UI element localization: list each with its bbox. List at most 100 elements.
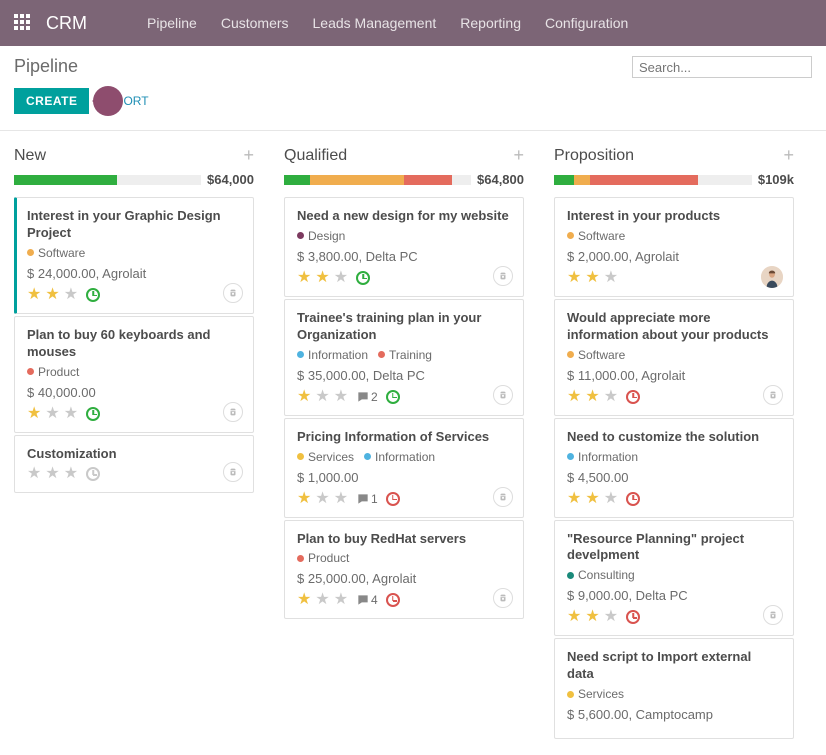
clock-icon[interactable] [356, 271, 370, 285]
add-card-icon[interactable]: + [513, 145, 524, 166]
card-title: Customization [27, 446, 241, 463]
clock-icon[interactable] [86, 467, 100, 481]
kanban-card[interactable]: Need to customize the solutionInformatio… [554, 418, 794, 518]
card-title: Trainee's training plan in your Organiza… [297, 310, 511, 344]
add-card-icon[interactable]: + [783, 145, 794, 166]
column-total: $109k [758, 172, 794, 187]
brand: CRM [46, 13, 87, 34]
star-icon[interactable]: ★ [334, 491, 348, 507]
kanban-column: New+$64,000Interest in your Graphic Desi… [14, 145, 254, 495]
star-icon[interactable]: ★ [45, 406, 59, 422]
star-icon[interactable]: ★ [297, 389, 311, 405]
kanban-card[interactable]: Need a new design for my websiteDesign$ … [284, 197, 524, 297]
nav-link[interactable]: Pipeline [147, 15, 197, 31]
clock-icon[interactable] [86, 288, 100, 302]
card-title: Need a new design for my website [297, 208, 511, 225]
clock-icon[interactable] [626, 610, 640, 624]
star-icon[interactable]: ★ [315, 592, 329, 608]
star-icon[interactable]: ★ [604, 389, 618, 405]
star-icon[interactable]: ★ [604, 270, 618, 286]
create-button[interactable]: CREATE [14, 88, 89, 114]
star-icon[interactable]: ★ [45, 287, 59, 303]
star-icon[interactable]: ★ [315, 491, 329, 507]
kanban-card[interactable]: Trainee's training plan in your Organiza… [284, 299, 524, 416]
clock-icon[interactable] [386, 492, 400, 506]
camera-icon[interactable] [493, 385, 513, 405]
apps-icon[interactable] [14, 14, 32, 32]
kanban-card[interactable]: Need script to Import external dataServi… [554, 638, 794, 739]
message-count[interactable]: 1 [356, 492, 378, 506]
card-subtitle: $ 40,000.00 [27, 385, 241, 400]
star-icon[interactable]: ★ [64, 406, 78, 422]
add-card-icon[interactable]: + [243, 145, 254, 166]
star-icon[interactable]: ★ [315, 389, 329, 405]
avatar[interactable] [761, 266, 783, 288]
card-tags: Software [567, 229, 781, 243]
card-tags: Software [27, 246, 241, 260]
star-icon[interactable]: ★ [604, 491, 618, 507]
card-subtitle: $ 35,000.00, Delta PC [297, 368, 511, 383]
kanban-card[interactable]: Interest in your Graphic Design ProjectS… [14, 197, 254, 314]
message-count[interactable]: 2 [356, 390, 378, 404]
progress-bar [284, 175, 471, 185]
star-icon[interactable]: ★ [334, 270, 348, 286]
star-icon[interactable]: ★ [297, 491, 311, 507]
star-icon[interactable]: ★ [45, 466, 59, 482]
tag: Information [297, 348, 368, 362]
card-subtitle: $ 5,600.00, Camptocamp [567, 707, 781, 722]
card-footer: ★★★ [567, 270, 781, 286]
clock-icon[interactable] [386, 390, 400, 404]
star-icon[interactable]: ★ [567, 491, 581, 507]
camera-icon[interactable] [763, 385, 783, 405]
navbar: CRM Pipeline Customers Leads Management Rep… [0, 0, 826, 46]
column-total: $64,000 [207, 172, 254, 187]
star-icon[interactable]: ★ [27, 406, 41, 422]
kanban-card[interactable]: Pricing Information of ServicesServicesI… [284, 418, 524, 518]
subheader: Pipeline [0, 46, 826, 78]
clock-icon[interactable] [86, 407, 100, 421]
kanban-card[interactable]: Would appreciate more information about … [554, 299, 794, 416]
kanban-card[interactable]: Interest in your productsSoftware$ 2,000… [554, 197, 794, 297]
star-icon[interactable]: ★ [297, 592, 311, 608]
star-icon[interactable]: ★ [334, 592, 348, 608]
star-icon[interactable]: ★ [297, 270, 311, 286]
kanban-board: New+$64,000Interest in your Graphic Desi… [0, 131, 826, 755]
nav-link[interactable]: Configuration [545, 15, 628, 31]
star-icon[interactable]: ★ [567, 609, 581, 625]
star-icon[interactable]: ★ [315, 270, 329, 286]
star-icon[interactable]: ★ [567, 270, 581, 286]
clock-icon[interactable] [626, 492, 640, 506]
kanban-card[interactable]: "Resource Planning" project develpmentCo… [554, 520, 794, 637]
kanban-card[interactable]: Plan to buy RedHat serversProduct$ 25,00… [284, 520, 524, 620]
kanban-card[interactable]: Plan to buy 60 keyboards and mousesProdu… [14, 316, 254, 433]
clock-icon[interactable] [386, 593, 400, 607]
star-icon[interactable]: ★ [64, 287, 78, 303]
star-icon[interactable]: ★ [585, 389, 599, 405]
clock-icon[interactable] [626, 390, 640, 404]
camera-icon[interactable] [493, 266, 513, 286]
nav-link[interactable]: Customers [221, 15, 289, 31]
card-title: Plan to buy RedHat servers [297, 531, 511, 548]
search-input[interactable] [632, 56, 812, 78]
star-icon[interactable]: ★ [64, 466, 78, 482]
star-icon[interactable]: ★ [585, 609, 599, 625]
tag: Services [297, 450, 354, 464]
star-icon[interactable]: ★ [27, 466, 41, 482]
card-footer: ★★★ [567, 389, 781, 405]
star-icon[interactable]: ★ [27, 287, 41, 303]
star-icon[interactable]: ★ [585, 491, 599, 507]
star-icon[interactable]: ★ [604, 609, 618, 625]
star-icon[interactable]: ★ [334, 389, 348, 405]
kanban-card[interactable]: Customization★★★ [14, 435, 254, 494]
star-icon[interactable]: ★ [585, 270, 599, 286]
camera-icon[interactable] [493, 487, 513, 507]
nav-link[interactable]: Reporting [460, 15, 521, 31]
tag: Software [567, 229, 625, 243]
message-count[interactable]: 4 [356, 593, 378, 607]
camera-icon[interactable] [223, 283, 243, 303]
import-button[interactable]: ORT [123, 94, 148, 108]
kanban-column: Qualified+$64,800Need a new design for m… [284, 145, 524, 621]
camera-icon[interactable] [223, 402, 243, 422]
nav-link[interactable]: Leads Management [313, 15, 437, 31]
star-icon[interactable]: ★ [567, 389, 581, 405]
